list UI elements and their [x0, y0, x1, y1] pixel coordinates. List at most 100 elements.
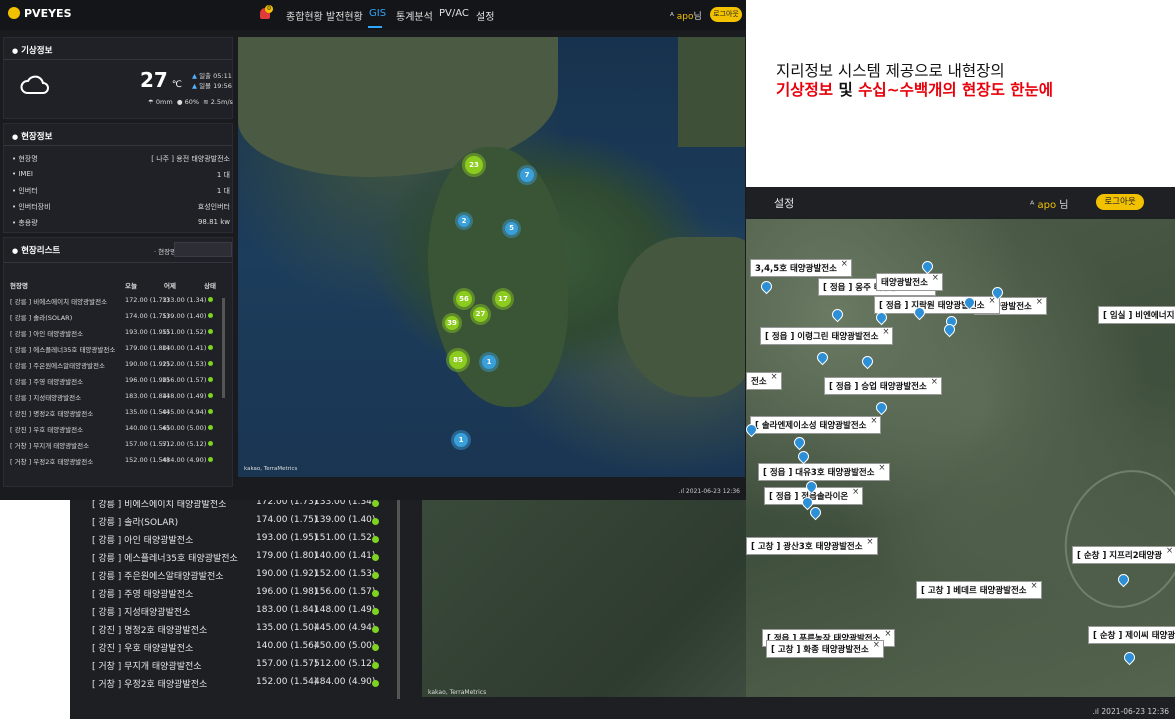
yesterday-value: 133.00 (1.34) — [162, 296, 207, 304]
site-cluster-marker[interactable]: 56 — [456, 291, 472, 307]
site-label-popup[interactable]: [ 정읍 ] 대유3호 태양광발전소 — [758, 463, 890, 481]
back-today-value: 152.00 (1.54) — [256, 677, 318, 687]
site-cluster-marker[interactable]: 1 — [482, 355, 496, 369]
site-value: [ 나주 ] 용전 태양광발전소 — [151, 155, 230, 163]
back-today-value: 183.00 (1.84) — [256, 605, 318, 615]
site-label-popup[interactable]: [ 솔라엔제이소성 태양광발전소 — [750, 416, 882, 434]
back-today-value: 157.00 (1.57) — [256, 659, 318, 669]
site-label-popup[interactable]: 전소 — [746, 372, 782, 390]
brand-logo[interactable]: PVEYES — [8, 7, 72, 20]
site-label-popup[interactable]: [ 정읍 ] 승업 태양광발전소 — [824, 377, 942, 395]
location-pin-icon[interactable] — [758, 278, 775, 295]
weather-panel: 기상정보 27℃ ▲ 일출 05:11 ▲ 일몰 19:56 ☂ 0mm ● 6… — [3, 37, 233, 119]
site-value: 효성인버터 — [197, 203, 230, 211]
search-input[interactable] — [174, 242, 232, 257]
site-label-popup[interactable]: 3,4,5호 태양광발전소 — [750, 259, 852, 277]
status-dot — [372, 554, 379, 561]
nav-settings[interactable]: 설정 — [476, 8, 494, 23]
site-cluster-marker[interactable]: 27 — [473, 307, 488, 322]
site-cluster-marker[interactable]: 17 — [495, 291, 511, 307]
site-cluster-marker[interactable]: 85 — [449, 351, 467, 369]
site-label-popup[interactable]: 태양광발전소 — [876, 273, 943, 291]
site-list-row[interactable]: [ 거창 ] 우정2호 태양광발전소 152.00 (1.54) 484.00 (4… — [10, 456, 225, 472]
search-label: · 현장명 — [154, 248, 177, 256]
site-value: 1 대 — [216, 187, 230, 195]
site-list-row[interactable]: [ 강진 ] 명정2호 태양광발전소 135.00 (1.50) 445.00 (4… — [10, 408, 225, 424]
nav-gis[interactable]: GIS — [369, 8, 386, 19]
site-list-row[interactable]: [ 강릉 ] 아인 태양광발전소 193.00 (1.95) 151.00 (1.5… — [10, 328, 225, 344]
site-list-row[interactable]: [ 거창 ] 무지개 태양광발전소 157.00 (1.57) 512.00 (5.… — [10, 440, 225, 456]
site-cluster-marker[interactable]: 2 — [458, 215, 470, 227]
site-cluster-marker[interactable]: 23 — [465, 156, 483, 174]
back-yesterday-value: 148.00 (1.49) — [314, 605, 376, 615]
site-label-popup[interactable]: [ 고창 ] 베데르 태양광발전소 — [916, 581, 1042, 599]
location-pin-icon[interactable] — [791, 434, 808, 451]
yesterday-value: 139.00 (1.40) — [162, 312, 207, 320]
zoom-map[interactable]: 3,4,5호 태양광발전소[ 정읍 ] 옹주 태양광발전소태양광발전소1태양광발… — [746, 219, 1175, 697]
site-list-row[interactable]: [ 강릉 ] 주영 태양광발전소 196.00 (1.98) 156.00 (1.5… — [10, 376, 225, 392]
back-nav-settings[interactable]: 설정 — [774, 195, 794, 211]
gis-map[interactable]: kakao, TerraMetrics 23 7 2 5 56 17 39 27 85 1 1 — [238, 37, 745, 477]
sun-logo-icon — [8, 7, 20, 19]
status-dot — [208, 425, 213, 430]
status-dot — [208, 297, 213, 302]
land-mass — [678, 37, 745, 147]
site-list-row[interactable]: [ 강릉 ] 비에스에이치 태양광발전소 172.00 (1.73) 133.00 … — [10, 296, 225, 312]
site-cluster-marker[interactable]: 39 — [445, 316, 459, 330]
site-cluster-marker[interactable]: 1 — [454, 433, 468, 447]
site-label-popup[interactable]: [ 정읍 ] 이령그린 태양광발전소 — [760, 327, 894, 345]
site-list-row[interactable]: [ 강릉 ] 에스플레너35호 태양광발전소 179.00 (1.80) 140.0… — [10, 344, 225, 360]
site-label-popup[interactable]: [ 임실 ] 비엔에너지 — [1098, 306, 1175, 324]
caption: 지리정보 시스템 제공으로 내현장의 기상정보 및 수십~수백개의 현장도 한눈… — [776, 62, 1053, 100]
site-list-row[interactable]: [ 강릉 ] 솔라(SOLAR) 174.00 (1.75) 139.00 (1.4… — [10, 312, 225, 328]
front-logout-button[interactable]: 로그아웃 — [710, 7, 742, 22]
site-name: [ 강릉 ] 아인 태양광발전소 — [10, 330, 84, 338]
back-today-value: 174.00 (1.75) — [256, 515, 318, 525]
divider — [4, 145, 232, 146]
caption-line2: 기상정보 및 수십~수백개의 현장도 한눈에 — [776, 81, 1053, 100]
caption-line1: 지리정보 시스템 제공으로 내현장의 — [776, 62, 1005, 80]
nav-generation[interactable]: 발전현황 — [326, 8, 363, 23]
site-list-row[interactable]: [ 강릉 ] 주은원에스알태양광발전소 190.00 (1.92) 152.00 (… — [10, 360, 225, 376]
location-pin-icon[interactable] — [795, 448, 812, 465]
header-today: 오늘 — [125, 282, 137, 290]
site-label-popup[interactable]: [ 고창 ] 화종 태양광발전소 — [766, 640, 884, 658]
nav-pvac[interactable]: PV/AC — [439, 8, 469, 19]
location-pin-icon[interactable] — [873, 399, 890, 416]
site-cluster-marker[interactable]: 7 — [520, 168, 534, 182]
bell-icon[interactable]: 0 — [260, 5, 273, 19]
site-label-popup[interactable]: [ 순창 ] 제이씨 태양광 — [1088, 626, 1175, 644]
site-cluster-marker[interactable]: 5 — [505, 222, 518, 235]
front-status: .ıl 2021-06-23 12:36 — [678, 488, 740, 495]
map-attribution: kakao, TerraMetrics — [244, 466, 298, 472]
location-pin-icon[interactable] — [829, 306, 846, 323]
site-name: [ 강릉 ] 지성태양광발전소 — [10, 394, 82, 402]
nav-overview[interactable]: 종합현황 — [286, 8, 323, 23]
site-list-row[interactable]: [ 강릉 ] 지성태양광발전소 183.00 (1.84) 148.00 (1.49… — [10, 392, 225, 408]
site-name: [ 강릉 ] 비에스에이치 태양광발전소 — [10, 298, 108, 306]
location-pin-icon[interactable] — [1121, 649, 1138, 666]
back-logout-button[interactable]: 로그아웃 — [1096, 194, 1144, 210]
back-scrollbar[interactable] — [397, 499, 400, 699]
back-site-name: [ 강릉 ] 솔라(SOLAR) — [92, 518, 179, 528]
back-site-name: [ 거창 ] 우정2호 태양광발전소 — [92, 680, 208, 690]
site-list-title: 현장리스트 — [12, 244, 60, 256]
location-pin-icon[interactable] — [814, 349, 831, 366]
back-user: ᴬ apo 님 — [1030, 200, 1069, 211]
site-key: • 총용량 — [12, 219, 38, 227]
cloud-icon — [20, 75, 49, 94]
back-site-name: [ 강진 ] 명정2호 태양광발전소 — [92, 626, 208, 636]
nav-statistics[interactable]: 통계분석 — [396, 8, 433, 23]
site-label-popup[interactable]: [ 고창 ] 광산3호 태양광발전소 — [746, 537, 878, 555]
site-label-popup[interactable]: [ 정읍 ] 지락원 태양광발전소 — [874, 296, 1000, 314]
back-site-name: [ 거창 ] 무지개 태양광발전소 — [92, 662, 202, 672]
yesterday-value: 152.00 (1.53) — [162, 360, 207, 368]
status-dot — [372, 572, 379, 579]
location-pin-icon[interactable] — [859, 353, 876, 370]
site-label-popup[interactable]: [ 순창 ] 지프리2태양광 — [1072, 546, 1175, 564]
yesterday-value: 445.00 (4.94) — [162, 408, 207, 416]
location-pin-icon[interactable] — [919, 258, 936, 275]
back-status: .ıl 2021-06-23 12:36 — [1092, 707, 1169, 716]
site-list-row[interactable]: [ 강진 ] 우호 태양광발전소 140.00 (1.56) 450.00 (5.0… — [10, 424, 225, 440]
site-name: [ 거창 ] 우정2호 태양광발전소 — [10, 458, 94, 466]
